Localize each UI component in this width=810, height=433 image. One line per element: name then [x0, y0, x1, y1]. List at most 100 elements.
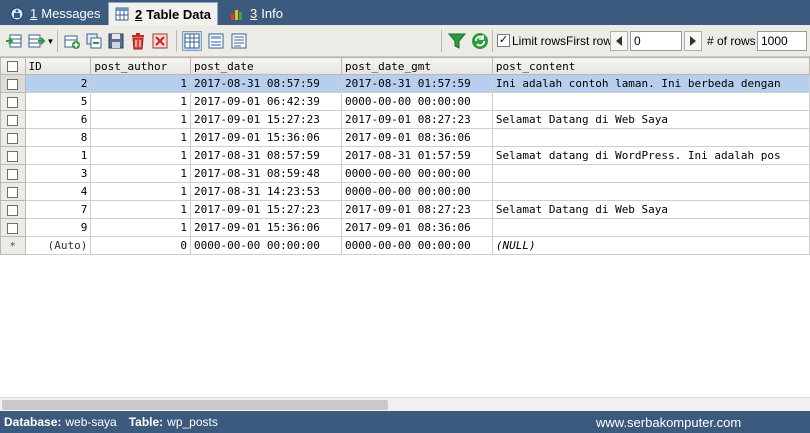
- table-cell[interactable]: 3: [24, 164, 92, 183]
- tab-messages[interactable]: 1 Messages: [4, 2, 106, 25]
- row-selector[interactable]: [0, 146, 26, 165]
- table-cell[interactable]: [491, 218, 810, 237]
- row-checkbox[interactable]: [7, 150, 19, 162]
- column-header[interactable]: ID: [24, 57, 92, 75]
- duplicate-row-button[interactable]: [84, 31, 104, 51]
- table-cell[interactable]: 9: [24, 218, 92, 237]
- previous-page-button[interactable]: [610, 31, 628, 51]
- insert-row-button[interactable]: [62, 31, 82, 51]
- table-cell[interactable]: 1: [90, 218, 192, 237]
- table-cell[interactable]: 2017-08-31 08:57:59: [190, 74, 342, 93]
- table-cell[interactable]: 2017-09-01 15:36:06: [190, 128, 342, 147]
- table-cell[interactable]: 6: [24, 110, 92, 129]
- row-checkbox[interactable]: [7, 132, 19, 144]
- table-cell[interactable]: [491, 128, 810, 147]
- row-checkbox[interactable]: [7, 114, 19, 126]
- scrollbar-thumb[interactable]: [2, 400, 388, 410]
- row-selector[interactable]: [0, 164, 26, 183]
- table-cell[interactable]: 8: [24, 128, 92, 147]
- cancel-changes-button[interactable]: [150, 31, 170, 51]
- first-row-input[interactable]: [630, 31, 682, 51]
- horizontal-scrollbar[interactable]: [0, 397, 810, 411]
- delete-row-button[interactable]: [128, 31, 148, 51]
- column-header[interactable]: post_date: [190, 57, 342, 75]
- table-cell[interactable]: 1: [90, 74, 192, 93]
- row-checkbox[interactable]: [7, 186, 19, 198]
- export-dropdown-button[interactable]: ▼: [27, 31, 55, 51]
- row-selector[interactable]: [0, 110, 26, 129]
- table-cell[interactable]: 2017-08-31 14:23:53: [190, 182, 342, 201]
- table-cell[interactable]: 1: [90, 146, 192, 165]
- filter-button[interactable]: [447, 31, 467, 51]
- table-cell[interactable]: 0000-00-00 00:00:00: [340, 164, 493, 183]
- table-cell[interactable]: 2017-08-31 01:57:59: [340, 146, 493, 165]
- table-row[interactable]: 9 1 2017-09-01 15:36:06 2017-09-01 08:36:06: [0, 218, 810, 237]
- table-cell[interactable]: 2017-09-01 08:36:06: [340, 128, 493, 147]
- table-cell[interactable]: 1: [90, 200, 192, 219]
- limit-rows-checkbox[interactable]: ✓: [497, 34, 510, 47]
- row-checkbox[interactable]: [7, 204, 19, 216]
- new-row-cell[interactable]: (NULL): [491, 236, 810, 255]
- grid-view-button[interactable]: [182, 31, 202, 51]
- new-row[interactable]: * (Auto) 0 0000-00-00 00:00:00 0000-00-00 00…: [0, 236, 810, 255]
- table-cell[interactable]: 2: [24, 74, 92, 93]
- refresh-button[interactable]: [470, 31, 490, 51]
- table-row[interactable]: 5 1 2017-09-01 06:42:39 0000-00-00 00:00:00: [0, 92, 810, 111]
- column-header[interactable]: post_author: [90, 57, 192, 75]
- tab-info[interactable]: 3 Info: [224, 2, 289, 25]
- save-button[interactable]: [106, 31, 126, 51]
- table-cell[interactable]: 2017-09-01 08:27:23: [340, 200, 493, 219]
- table-cell[interactable]: 1: [24, 146, 92, 165]
- row-selector[interactable]: [0, 218, 26, 237]
- row-selector[interactable]: [0, 200, 26, 219]
- column-header[interactable]: post_date_gmt: [340, 57, 493, 75]
- table-cell[interactable]: 2017-08-31 01:57:59: [340, 74, 493, 93]
- text-view-button[interactable]: [229, 31, 249, 51]
- table-cell[interactable]: 2017-09-01 06:42:39: [190, 92, 342, 111]
- table-row[interactable]: 8 1 2017-09-01 15:36:06 2017-09-01 08:36:06: [0, 128, 810, 147]
- row-checkbox[interactable]: [7, 168, 19, 180]
- table-cell[interactable]: 2017-09-01 08:36:06: [340, 218, 493, 237]
- table-row[interactable]: 3 1 2017-08-31 08:59:48 0000-00-00 00:00:00: [0, 164, 810, 183]
- table-cell[interactable]: [491, 182, 810, 201]
- table-cell[interactable]: 5: [24, 92, 92, 111]
- table-cell[interactable]: 2017-09-01 08:27:23: [340, 110, 493, 129]
- row-selector[interactable]: [0, 182, 26, 201]
- row-selector[interactable]: [0, 128, 26, 147]
- table-row[interactable]: 2 1 2017-08-31 08:57:59 2017-08-31 01:57:59…: [0, 74, 810, 93]
- table-cell[interactable]: 2017-09-01 15:27:23: [190, 110, 342, 129]
- table-cell[interactable]: 1: [90, 182, 192, 201]
- num-rows-input[interactable]: [757, 31, 807, 51]
- new-row-cell[interactable]: 0000-00-00 00:00:00: [340, 236, 493, 255]
- table-cell[interactable]: [491, 164, 810, 183]
- table-cell[interactable]: 1: [90, 110, 192, 129]
- column-header[interactable]: post_content: [491, 57, 810, 75]
- select-all-header[interactable]: [0, 57, 26, 75]
- table-cell[interactable]: 2017-09-01 15:36:06: [190, 218, 342, 237]
- table-cell[interactable]: 2017-08-31 08:57:59: [190, 146, 342, 165]
- next-page-button[interactable]: [684, 31, 702, 51]
- row-selector[interactable]: [0, 92, 26, 111]
- table-cell[interactable]: Ini adalah contoh laman. Ini berbeda den…: [491, 74, 810, 93]
- form-view-button[interactable]: [206, 31, 226, 51]
- table-row[interactable]: 6 1 2017-09-01 15:27:23 2017-09-01 08:27:23…: [0, 110, 810, 129]
- table-cell[interactable]: 7: [24, 200, 92, 219]
- table-cell[interactable]: Selamat Datang di Web Saya: [491, 200, 810, 219]
- table-cell[interactable]: 1: [90, 164, 192, 183]
- new-row-cell[interactable]: 0000-00-00 00:00:00: [190, 236, 342, 255]
- table-cell[interactable]: [491, 92, 810, 111]
- table-cell[interactable]: Selamat Datang di Web Saya: [491, 110, 810, 129]
- table-cell[interactable]: 1: [90, 128, 192, 147]
- table-cell[interactable]: 2017-09-01 15:27:23: [190, 200, 342, 219]
- import-rows-button[interactable]: [4, 31, 24, 51]
- table-row[interactable]: 7 1 2017-09-01 15:27:23 2017-09-01 08:27:23…: [0, 200, 810, 219]
- table-cell[interactable]: Selamat datang di WordPress. Ini adalah …: [491, 146, 810, 165]
- new-row-cell[interactable]: 0: [90, 236, 192, 255]
- row-checkbox[interactable]: [7, 222, 19, 234]
- row-checkbox[interactable]: [7, 78, 19, 90]
- table-row[interactable]: 4 1 2017-08-31 14:23:53 0000-00-00 00:00:00: [0, 182, 810, 201]
- table-cell[interactable]: 1: [90, 92, 192, 111]
- table-cell[interactable]: 2017-08-31 08:59:48: [190, 164, 342, 183]
- select-all-checkbox[interactable]: [7, 61, 19, 72]
- table-row[interactable]: 1 1 2017-08-31 08:57:59 2017-08-31 01:57:59…: [0, 146, 810, 165]
